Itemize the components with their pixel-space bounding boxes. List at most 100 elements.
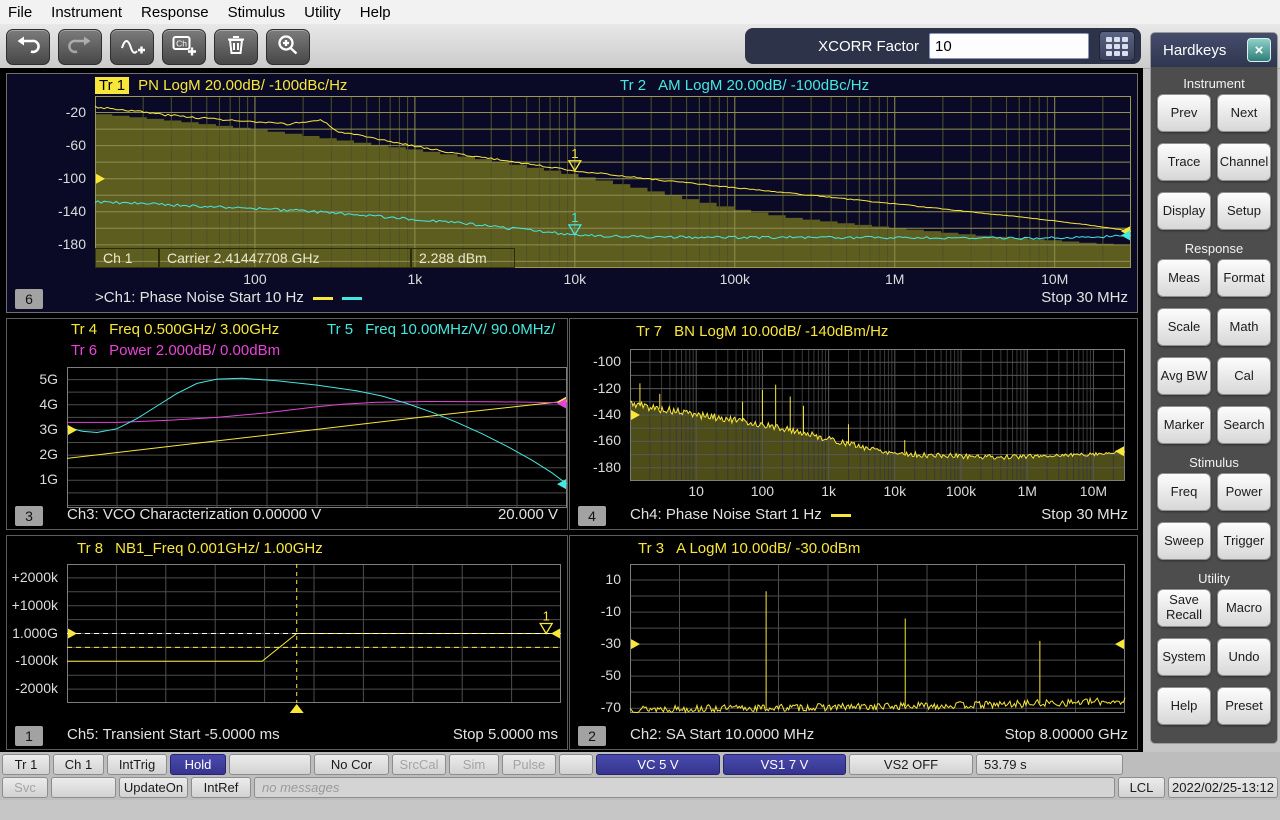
hardkey-sweep[interactable]: Sweep — [1157, 522, 1211, 560]
status-tr-1[interactable]: Tr 1 — [2, 754, 50, 775]
redo-button[interactable] — [58, 29, 102, 65]
x-axis-label: 100k — [931, 483, 991, 499]
undo-button[interactable] — [6, 29, 50, 65]
add-trace-button[interactable] — [110, 29, 154, 65]
hardkeys-section-response: Response — [1157, 241, 1271, 256]
trace5-header[interactable]: Tr 5Freq 10.00MHz/V/ 90.0MHz/ — [327, 321, 555, 338]
hardkeys-section-instrument: Instrument — [1157, 76, 1271, 91]
trace6-header[interactable]: Tr 6Power 2.000dB/ 0.00dBm — [71, 342, 280, 359]
hardkey-next[interactable]: Next — [1217, 94, 1271, 132]
sa-plot[interactable] — [630, 564, 1125, 713]
hardkey-power[interactable]: Power — [1217, 473, 1271, 511]
status-hold[interactable]: Hold — [170, 754, 226, 775]
status-no-messages: no messages — [254, 777, 1115, 798]
trace2-label[interactable]: Tr 2 — [620, 77, 646, 94]
hardkey-math[interactable]: Math — [1217, 308, 1271, 346]
panel-number[interactable]: 2 — [578, 726, 606, 746]
hardkey-system[interactable]: System — [1157, 638, 1211, 676]
trace1-badge[interactable]: Tr 1 — [95, 77, 129, 94]
xcorr-input[interactable] — [929, 33, 1089, 59]
trace4-header[interactable]: Tr 4Freq 0.500GHz/ 3.00GHz — [71, 321, 279, 338]
bn-plot[interactable] — [630, 349, 1125, 481]
xcorr-bar: XCORR Factor — [745, 28, 1141, 64]
hardkey-save-recall[interactable]: Save Recall — [1157, 589, 1211, 627]
hardkey-search[interactable]: Search — [1217, 406, 1271, 444]
menu-item-utility[interactable]: Utility — [304, 4, 341, 21]
hardkey-setup[interactable]: Setup — [1217, 192, 1271, 230]
x-axis-label: 100k — [705, 271, 765, 287]
status-53-79-s[interactable]: 53.79 s — [976, 754, 1123, 775]
hardkey-meas[interactable]: Meas — [1157, 259, 1211, 297]
status-vs1-7-v[interactable]: VS1 7 V — [723, 754, 846, 775]
menu-bar: File Instrument Response Stimulus Utility Hel… — [0, 0, 1280, 24]
status-lcl[interactable]: LCL — [1118, 777, 1165, 798]
hardkey-freq[interactable]: Freq — [1157, 473, 1211, 511]
status-ch-1[interactable]: Ch 1 — [53, 754, 104, 775]
status-intref[interactable]: IntRef — [191, 777, 251, 798]
undo-icon — [15, 33, 41, 62]
phase-noise-plot[interactable]: Ch 1 Carrier 2.41447708 GHz 2.288 dBm 11 — [95, 96, 1131, 268]
hardkey-preset[interactable]: Preset — [1217, 687, 1271, 725]
trace2-header[interactable]: Tr 2 AM LogM 20.00dB/ -100dBc/Hz — [620, 77, 869, 94]
y-axis-label: -60 — [7, 137, 86, 153]
x-axis-label: 1k — [799, 483, 859, 499]
hardkey-prev[interactable]: Prev — [1157, 94, 1211, 132]
menu-item-instrument[interactable]: Instrument — [51, 4, 122, 21]
status-sim[interactable]: Sim — [449, 754, 499, 775]
panel-spectrum[interactable]: Tr 3A LogM 10.00dB/ -30.0dBm 2 Ch2: SA S… — [569, 535, 1138, 750]
status-pulse[interactable]: Pulse — [502, 754, 556, 775]
status-svc[interactable]: Svc — [2, 777, 48, 798]
hardkey-trigger[interactable]: Trigger — [1217, 522, 1271, 560]
delete-button[interactable] — [214, 29, 258, 65]
trace7-header[interactable]: Tr 7BN LogM 10.00dB/ -140dBm/Hz — [636, 323, 888, 340]
trace2-info: AM LogM 20.00dB/ -100dBc/Hz — [658, 77, 869, 94]
close-icon[interactable]: × — [1247, 38, 1271, 62]
hardkey-macro[interactable]: Macro — [1217, 589, 1271, 627]
keypad-button[interactable] — [1099, 31, 1135, 61]
hardkeys-section-stimulus: Stimulus — [1157, 455, 1271, 470]
panel-phase-noise[interactable]: Tr 1PN LogM 20.00dB/ -100dBc/Hz Tr 2 AM L… — [6, 73, 1138, 313]
menu-item-response[interactable]: Response — [141, 4, 209, 21]
hardkey-avg-bw[interactable]: Avg BW — [1157, 357, 1211, 395]
hardkey-trace[interactable]: Trace — [1157, 143, 1211, 181]
hardkey-marker[interactable]: Marker — [1157, 406, 1211, 444]
hardkey-display[interactable]: Display — [1157, 192, 1211, 230]
status-vc-5-v[interactable]: VC 5 V — [596, 754, 720, 775]
toolbar-buttons: Ch — [6, 29, 310, 65]
vco-plot[interactable] — [67, 367, 567, 508]
status-updateon[interactable]: UpdateOn — [119, 777, 188, 798]
hardkey-cal[interactable]: Cal — [1217, 357, 1271, 395]
y-axis-label: -10 — [570, 603, 621, 619]
status-vs2-off[interactable]: VS2 OFF — [849, 754, 973, 775]
status-no-cor[interactable]: No Cor — [314, 754, 389, 775]
hardkey-channel[interactable]: Channel — [1217, 143, 1271, 181]
hardkey-help[interactable]: Help — [1157, 687, 1211, 725]
menu-item-help[interactable]: Help — [360, 4, 391, 21]
trace1-header[interactable]: Tr 1PN LogM 20.00dB/ -100dBc/Hz — [95, 77, 347, 94]
hardkey-format[interactable]: Format — [1217, 259, 1271, 297]
panel-number[interactable]: 6 — [15, 289, 43, 309]
panel-number[interactable]: 1 — [15, 726, 43, 746]
status-bar: Tr 1Ch 1IntTrigHold No CorSrcCalSimPulse V… — [0, 752, 1280, 800]
y-axis-label: -100 — [7, 170, 86, 186]
hardkey-scale[interactable]: Scale — [1157, 308, 1211, 346]
carrier-frequency: Carrier 2.41447708 GHz — [159, 248, 411, 268]
zoom-in-button[interactable] — [266, 29, 310, 65]
panel-transient[interactable]: Tr 8NB1_Freq 0.001GHz/ 1.00GHz > 1: 5.00… — [6, 535, 568, 750]
trace8-header[interactable]: Tr 8NB1_Freq 0.001GHz/ 1.00GHz — [77, 540, 323, 557]
trace3-header[interactable]: Tr 3A LogM 10.00dB/ -30.0dBm — [638, 540, 860, 557]
hardkey-undo[interactable]: Undo — [1217, 638, 1271, 676]
menu-item-stimulus[interactable]: Stimulus — [228, 4, 286, 21]
menu-item-file[interactable]: File — [8, 4, 32, 21]
panel-number[interactable]: 3 — [15, 506, 43, 526]
panel-broadband-noise[interactable]: Tr 7BN LogM 10.00dB/ -140dBm/Hz 4 Ch4: P… — [569, 318, 1138, 530]
status-2022-02-25-13-12[interactable]: 2022/02/25-13:12 — [1168, 777, 1278, 798]
transient-plot[interactable]: 1 — [67, 564, 561, 703]
add-channel-button[interactable]: Ch — [162, 29, 206, 65]
panel-number[interactable]: 4 — [578, 506, 606, 526]
x-axis-label: 1M — [997, 483, 1057, 499]
hardkeys-header: Hardkeys × — [1151, 33, 1277, 67]
status-srccal[interactable]: SrcCal — [392, 754, 446, 775]
panel-vco[interactable]: Tr 4Freq 0.500GHz/ 3.00GHz Tr 5Freq 10.0… — [6, 318, 568, 530]
status-inttrig[interactable]: IntTrig — [107, 754, 167, 775]
